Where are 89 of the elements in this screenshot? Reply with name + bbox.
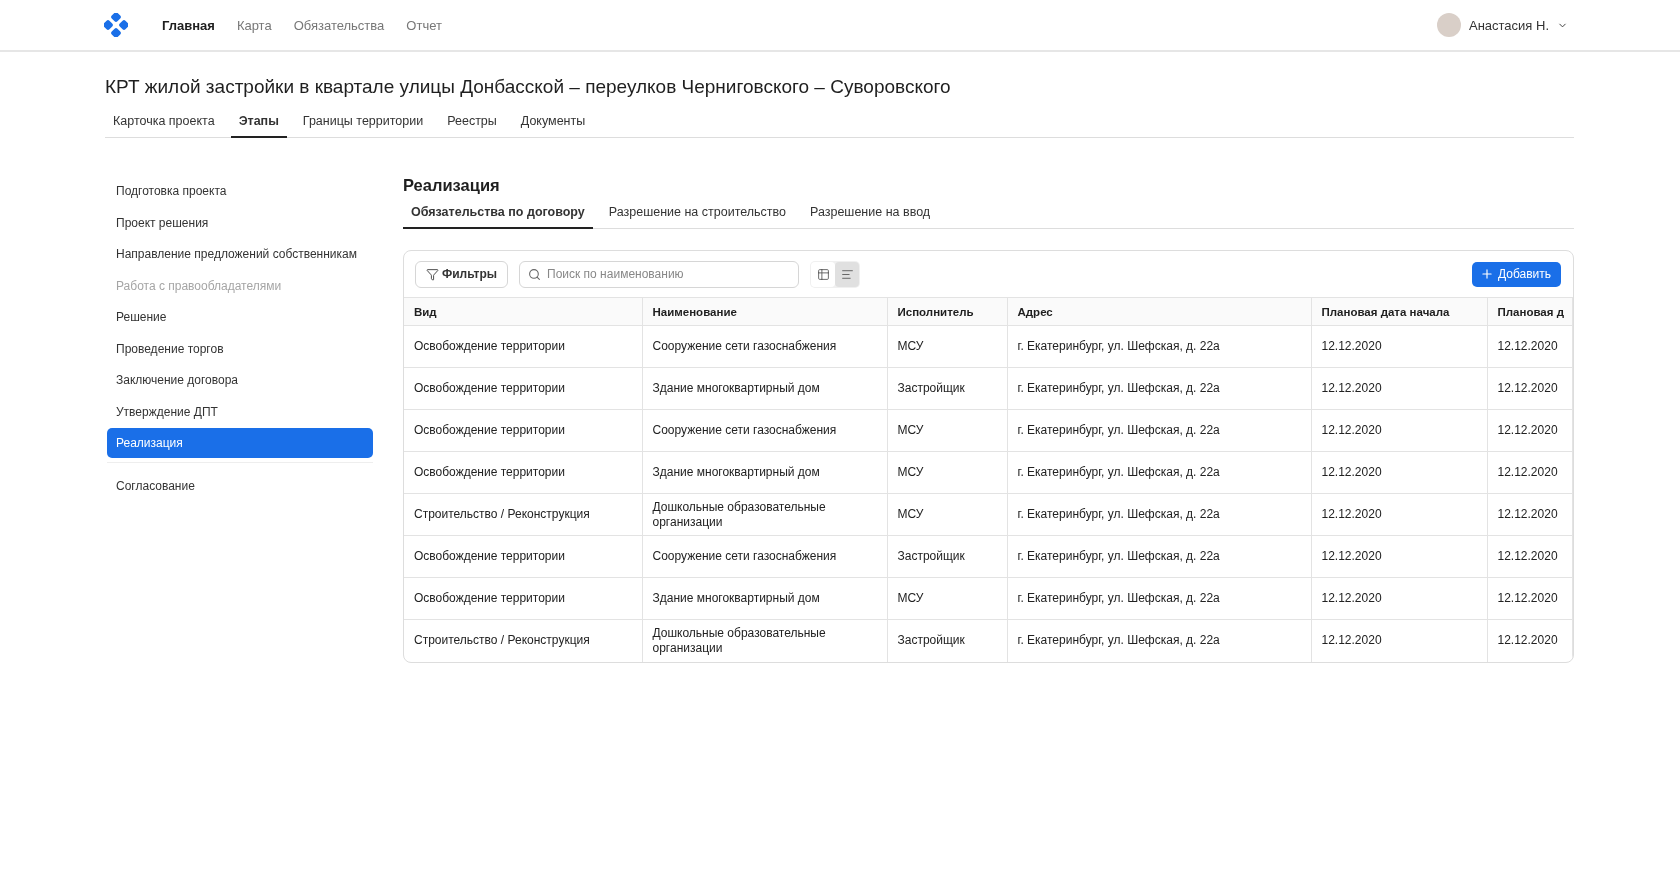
table-cell: МСУ xyxy=(887,409,1007,452)
table-cell: г. Екатеринбург, ул. Шефская, д. 22а xyxy=(1007,577,1311,620)
tab[interactable]: Карточка проекта xyxy=(105,114,223,138)
tab[interactable]: Реестры xyxy=(439,114,505,138)
table-cell: г. Екатеринбург, ул. Шефская, д. 22а xyxy=(1007,451,1311,494)
table-cell: Сооружение сети газоснабжения xyxy=(642,535,887,578)
table-cell: МСУ xyxy=(887,325,1007,368)
sidebar-item[interactable]: Реализация xyxy=(107,428,373,458)
column-header: Вид xyxy=(404,297,642,326)
table-cell: Освобождение территории xyxy=(404,577,642,620)
sidebar-item[interactable]: Заключение договора xyxy=(107,365,373,395)
table-cell: Освобождение территории xyxy=(404,535,642,578)
table-cell: г. Екатеринбург, ул. Шефская, д. 22а xyxy=(1007,619,1311,662)
column-header: Плановая дата начала xyxy=(1311,297,1487,326)
table-cell: 12.12.2020 xyxy=(1487,535,1573,578)
table-view-button[interactable] xyxy=(811,261,836,287)
table-cell: 12.12.2020 xyxy=(1311,451,1487,494)
table-cell: г. Екатеринбург, ул. Шефская, д. 22а xyxy=(1007,409,1311,452)
column-header: Адрес xyxy=(1007,297,1311,326)
sidebar-item[interactable]: Согласование xyxy=(107,470,373,501)
table-cell: Дошкольные образовательные организации xyxy=(642,619,887,662)
table-cell: Застройщик xyxy=(887,535,1007,578)
table-icon xyxy=(816,267,830,281)
table-cell: 12.12.2020 xyxy=(1311,409,1487,452)
table-cell: Освобождение территории xyxy=(404,367,642,410)
table-cell: 12.12.2020 xyxy=(1487,451,1573,494)
list-icon xyxy=(840,267,854,281)
table-cell: МСУ xyxy=(887,493,1007,536)
table-cell: 12.12.2020 xyxy=(1311,577,1487,620)
table-cell: 12.12.2020 xyxy=(1487,367,1573,410)
search-field[interactable]: Поиск по наименованию xyxy=(519,260,800,288)
table-cell: Здание многоквартирный дом xyxy=(642,451,887,494)
table-cell: Здание многоквартирный дом xyxy=(642,367,887,410)
table-cell: 12.12.2020 xyxy=(1487,325,1573,368)
sidebar-item[interactable]: Направление предложений собственникам xyxy=(107,239,373,269)
table-cell: МСУ xyxy=(887,577,1007,620)
table-cell: 12.12.2020 xyxy=(1311,325,1487,368)
filter-icon xyxy=(426,267,439,281)
table-cell: Освобождение территории xyxy=(404,409,642,452)
plus-icon xyxy=(1479,267,1494,281)
nav-link[interactable]: Отчет xyxy=(406,17,442,33)
table-cell: МСУ xyxy=(887,451,1007,494)
section-title: Реализация xyxy=(403,176,501,195)
tab[interactable]: Разрешение на ввод xyxy=(802,205,939,229)
table-cell: 12.12.2020 xyxy=(1311,367,1487,410)
table-cell: г. Екатеринбург, ул. Шефская, д. 22а xyxy=(1007,325,1311,368)
tab[interactable]: Разрешение на строительство xyxy=(600,205,794,229)
table-cell: Освобождение территории xyxy=(404,325,642,368)
table-cell: 12.12.2020 xyxy=(1311,493,1487,536)
tab[interactable]: Границы территории xyxy=(294,114,432,138)
table-cell: Здание многоквартирный дом xyxy=(642,577,887,620)
add-button[interactable]: Добавить xyxy=(1471,261,1561,287)
column-header: Наименование xyxy=(642,297,887,326)
table-cell: Застройщик xyxy=(887,619,1007,662)
table-cell: Сооружение сети газоснабжения xyxy=(642,325,887,368)
table-cell: Строительство / Реконструкция xyxy=(404,619,642,662)
table-cell: 12.12.2020 xyxy=(1487,409,1573,452)
sidebar-item[interactable]: Решение xyxy=(107,302,373,332)
table-cell: 12.12.2020 xyxy=(1487,577,1573,620)
sidebar-item[interactable]: Утверждение ДПТ xyxy=(107,396,373,427)
column-header: Плановая д xyxy=(1487,297,1573,326)
search-icon xyxy=(528,267,542,281)
tab[interactable]: Этапы xyxy=(230,114,287,138)
table-cell: 12.12.2020 xyxy=(1487,493,1573,536)
nav-link[interactable]: Карта xyxy=(236,17,272,33)
table-cell: Сооружение сети газоснабжения xyxy=(642,409,887,452)
table-cell: Строительство / Реконструкция xyxy=(404,493,642,536)
tab[interactable]: Документы xyxy=(512,114,594,138)
list-view-button[interactable] xyxy=(835,261,860,287)
nav-link[interactable]: Главная xyxy=(162,17,215,33)
table-cell: г. Екатеринбург, ул. Шефская, д. 22а xyxy=(1007,493,1311,536)
sidebar-item[interactable]: Подготовка проекта xyxy=(107,176,373,206)
table-cell: 12.12.2020 xyxy=(1311,535,1487,578)
table-cell: Застройщик xyxy=(887,367,1007,410)
page-title: КРТ жилой застройки в квартале улицы Донбасской – переулков Черниговского – Суворовского xyxy=(105,76,952,98)
tab[interactable]: Обязательства по договору xyxy=(403,205,593,229)
column-header: Исполнитель xyxy=(887,297,1007,326)
sidebar-item[interactable]: Проведение торгов xyxy=(107,333,373,364)
logo-icon xyxy=(104,13,128,37)
table-cell: Дошкольные образовательные организации xyxy=(642,493,887,536)
table-cell: Освобождение территории xyxy=(404,451,642,494)
table-cell: г. Екатеринбург, ул. Шефская, д. 22а xyxy=(1007,367,1311,410)
user-name[interactable]: Анастасия Н. xyxy=(1468,17,1549,33)
table-cell: 12.12.2020 xyxy=(1311,619,1487,662)
sidebar-item[interactable]: Проект решения xyxy=(107,207,373,238)
table-cell: 12.12.2020 xyxy=(1487,619,1573,662)
table-cell: г. Екатеринбург, ул. Шефская, д. 22а xyxy=(1007,535,1311,578)
filters-button[interactable]: Фильтры xyxy=(415,260,509,288)
nav-link[interactable]: Обязательства xyxy=(293,17,385,33)
